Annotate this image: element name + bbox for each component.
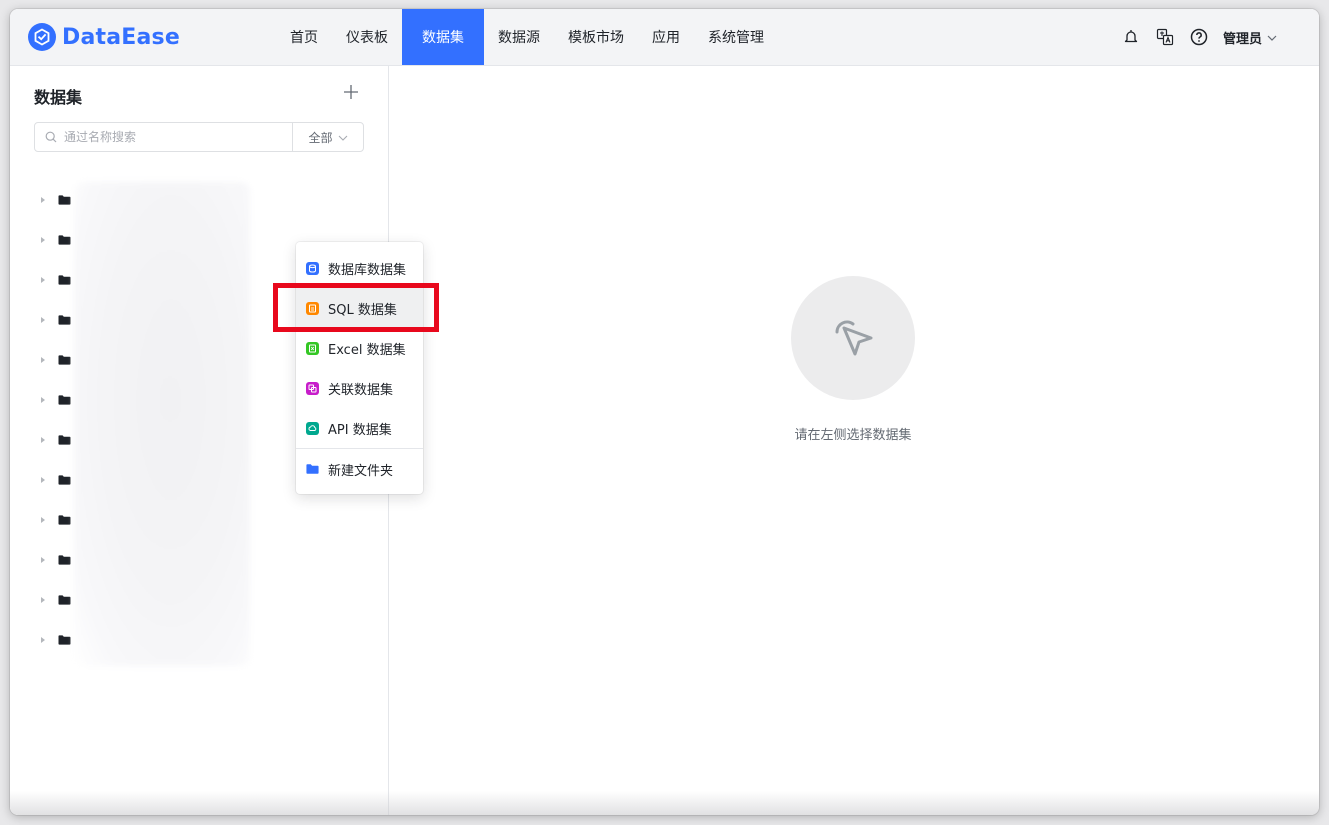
menu-item-label: Excel 数据集 — [328, 342, 406, 358]
top-navbar: DataEase 首页 仪表板 数据集 数据源 模板市场 应用 系统管理 管理员 — [10, 9, 1319, 66]
logo-icon — [28, 23, 56, 51]
folder-icon — [58, 635, 71, 645]
folder-icon — [58, 275, 71, 285]
search-filter-label: 全部 — [308, 130, 333, 145]
folder-icon — [58, 515, 71, 525]
caret-right-icon[interactable] — [40, 236, 52, 244]
nav-item-apps[interactable]: 应用 — [638, 9, 694, 65]
notification-bell-icon[interactable] — [1121, 27, 1141, 47]
caret-right-icon[interactable] — [40, 636, 52, 644]
logo-text: DataEase — [62, 24, 180, 50]
excel-dataset-icon — [306, 341, 319, 355]
folder-icon — [58, 395, 71, 405]
header-right-tools: 管理员 — [1107, 9, 1277, 65]
app-logo[interactable]: DataEase — [28, 21, 180, 53]
app-window: DataEase 首页 仪表板 数据集 数据源 模板市场 应用 系统管理 管理员… — [10, 9, 1319, 815]
menu-item-union-dataset[interactable]: 关联数据集 — [296, 368, 423, 408]
nav-item-template-market[interactable]: 模板市场 — [554, 9, 638, 65]
folder-icon — [58, 355, 71, 365]
nav-item-datasource[interactable]: 数据源 — [484, 9, 554, 65]
menu-item-label: SQL 数据集 — [328, 302, 397, 318]
folder-icon — [58, 195, 71, 205]
help-question-icon[interactable] — [1189, 27, 1209, 47]
folder-icon — [58, 235, 71, 245]
caret-right-icon[interactable] — [40, 396, 52, 404]
caret-right-icon[interactable] — [40, 476, 52, 484]
folder-icon — [58, 595, 71, 605]
caret-right-icon[interactable] — [40, 436, 52, 444]
menu-item-new-folder[interactable]: 新建文件夹 — [296, 449, 423, 489]
folder-icon — [58, 435, 71, 445]
user-name-label: 管理员 — [1222, 31, 1262, 47]
caret-right-icon[interactable] — [40, 276, 52, 284]
menu-item-sql-dataset[interactable]: SQL 数据集 — [296, 288, 423, 328]
nav-item-system-settings[interactable]: 系统管理 — [694, 9, 778, 65]
search-box: 全部 — [34, 122, 364, 152]
chevron-down-icon — [1267, 30, 1277, 45]
menu-item-database-dataset[interactable]: 数据库数据集 — [296, 248, 423, 288]
nav-item-dataset[interactable]: 数据集 — [402, 9, 484, 65]
chevron-down-icon — [338, 130, 348, 144]
search-icon — [45, 128, 57, 147]
union-dataset-icon — [306, 381, 319, 395]
folder-icon — [58, 475, 71, 485]
folder-icon — [306, 463, 319, 476]
nav-item-dashboard[interactable]: 仪表板 — [332, 9, 402, 65]
caret-right-icon[interactable] — [40, 196, 52, 204]
search-field — [35, 123, 292, 151]
sidebar-title: 数据集 — [34, 88, 83, 107]
menu-item-label: 数据库数据集 — [328, 262, 407, 278]
menu-item-excel-dataset[interactable]: Excel 数据集 — [296, 328, 423, 368]
create-dataset-menu: 数据库数据集 SQL 数据集 Excel 数据集 关联数据集 API 数据集 新… — [296, 242, 423, 494]
menu-item-label: 新建文件夹 — [328, 463, 394, 479]
nav-item-home[interactable]: 首页 — [276, 9, 332, 65]
menu-item-label: API 数据集 — [328, 422, 392, 438]
plus-icon[interactable] — [341, 82, 361, 102]
search-filter-select[interactable]: 全部 — [292, 123, 363, 151]
search-input[interactable] — [62, 129, 266, 145]
caret-right-icon[interactable] — [40, 516, 52, 524]
caret-right-icon[interactable] — [40, 316, 52, 324]
caret-right-icon[interactable] — [40, 556, 52, 564]
menu-item-api-dataset[interactable]: API 数据集 — [296, 408, 423, 448]
user-menu[interactable]: 管理员 — [1223, 28, 1277, 47]
sql-dataset-icon — [306, 301, 319, 315]
caret-right-icon[interactable] — [40, 356, 52, 364]
menu-item-label: 关联数据集 — [328, 382, 394, 398]
folder-icon — [58, 315, 71, 325]
pointer-click-icon — [791, 276, 915, 400]
database-dataset-icon — [306, 261, 319, 275]
caret-right-icon[interactable] — [40, 596, 52, 604]
folder-icon — [58, 555, 71, 565]
blurred-tree-labels — [74, 182, 250, 666]
api-dataset-icon — [306, 421, 319, 435]
main-empty-state: 请在左侧选择数据集 — [389, 66, 1319, 815]
language-translate-icon[interactable] — [1155, 27, 1175, 47]
main-nav: 首页 仪表板 数据集 数据源 模板市场 应用 系统管理 — [276, 9, 778, 65]
empty-state-text: 请在左侧选择数据集 — [794, 428, 912, 443]
